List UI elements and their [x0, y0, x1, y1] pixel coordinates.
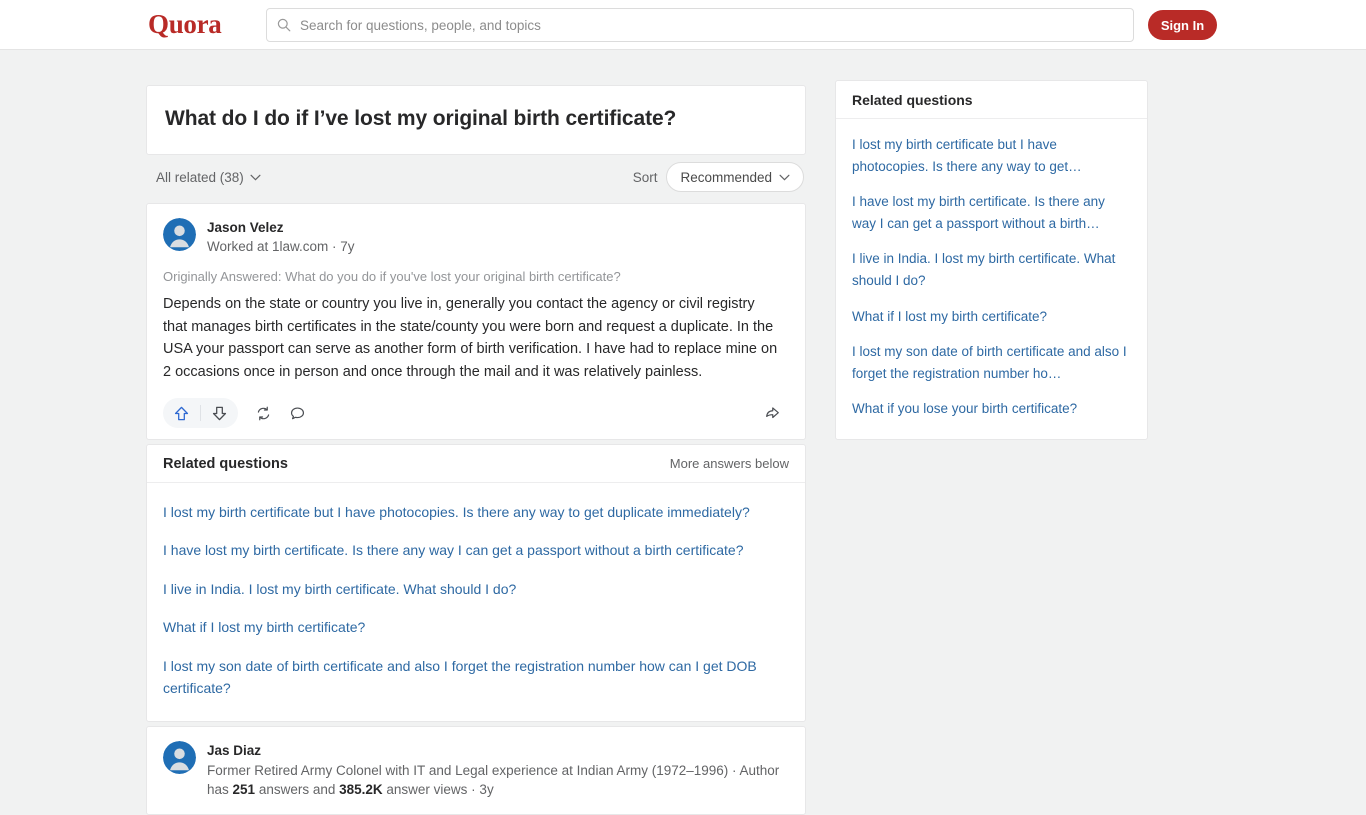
chevron-down-icon	[250, 174, 261, 181]
repost-button[interactable]	[246, 398, 280, 428]
author-row: Jason Velez Worked at 1law.com · 7y	[163, 218, 789, 257]
sort-label: Sort	[632, 169, 658, 185]
sidebar-header: Related questions	[836, 81, 1147, 119]
chevron-down-icon	[779, 174, 790, 181]
main-column: What do I do if I’ve lost my original bi…	[146, 85, 806, 815]
list-item[interactable]: I lost my son date of birth certificate …	[163, 647, 788, 708]
filter-row: All related (38) Sort Recommended	[146, 155, 806, 199]
sidebar-item-5[interactable]: What if you lose your birth certificate?	[852, 391, 1131, 427]
vote-pill	[163, 398, 238, 429]
sidebar-item-2[interactable]: I live in India. I lost my birth certifi…	[852, 241, 1131, 298]
upvote-arrow-icon	[174, 406, 189, 420]
sort-dropdown[interactable]: Recommended	[666, 162, 804, 193]
answers-count: 251	[232, 782, 256, 798]
share-button[interactable]	[755, 398, 789, 428]
upvote-button[interactable]	[163, 398, 200, 428]
author-credential: Worked at 1law.com · 7y	[207, 239, 355, 255]
downvote-arrow-icon	[212, 406, 227, 420]
answer-card: Jason Velez Worked at 1law.com · 7y Orig…	[146, 203, 806, 441]
question-title-card: What do I do if I’ve lost my original bi…	[146, 85, 806, 156]
related-questions-header: Related questions More answers below	[147, 445, 805, 484]
author-meta: Jas Diaz Former Retired Army Colonel wit…	[207, 741, 789, 799]
list-item[interactable]: I lost my birth certificate but I have p…	[163, 493, 788, 531]
site-header: Quora Search for questions, people, and …	[0, 0, 1366, 50]
author-meta: Jason Velez Worked at 1law.com · 7y	[207, 218, 355, 257]
author-name[interactable]: Jason Velez	[207, 219, 355, 237]
views-count: 385.2K	[339, 782, 383, 798]
sidebar-item-3[interactable]: What if I lost my birth certificate?	[852, 299, 1131, 335]
comment-bubble-icon	[290, 407, 304, 419]
originally-answered-note: Originally Answered: What do you do if y…	[163, 269, 621, 285]
avatar[interactable]	[163, 218, 196, 252]
comment-button[interactable]	[280, 398, 314, 428]
list-item[interactable]: What if I lost my birth certificate?	[163, 608, 788, 646]
repost-icon	[257, 406, 269, 420]
credential-mid: answers and	[255, 782, 340, 798]
sidebar-item-1[interactable]: I have lost my birth certificate. Is the…	[852, 184, 1131, 241]
search-placeholder-text: Search for questions, people, and topics	[300, 17, 541, 33]
related-questions-list: I lost my birth certificate but I have p…	[147, 483, 805, 721]
downvote-button[interactable]	[201, 398, 238, 428]
list-item[interactable]: I live in India. I lost my birth certifi…	[163, 570, 788, 608]
credential-suffix: answer views · 3y	[382, 782, 494, 798]
author-credential: Former Retired Army Colonel with IT and …	[207, 761, 789, 800]
sign-in-button[interactable]: Sign In	[1148, 10, 1217, 40]
sidebar-item-0[interactable]: I lost my birth certificate but I have p…	[852, 127, 1131, 184]
related-questions-card: Related questions More answers below I l…	[146, 444, 806, 723]
sidebar-title: Related questions	[852, 91, 973, 108]
all-related-filter[interactable]: All related (38)	[156, 170, 261, 185]
answer-action-bar	[163, 395, 789, 431]
sort-value: Recommended	[680, 169, 772, 185]
all-related-label: All related (38)	[156, 169, 244, 185]
avatar[interactable]	[163, 741, 196, 775]
list-item[interactable]: I have lost my birth certificate. Is the…	[163, 531, 788, 569]
page-title: What do I do if I’ve lost my original bi…	[165, 107, 677, 130]
sidebar-item-4[interactable]: I lost my son date of birth certificate …	[852, 334, 1131, 391]
author-row: Jas Diaz Former Retired Army Colonel wit…	[163, 741, 789, 799]
share-arrow-icon	[765, 406, 779, 418]
search-icon	[277, 18, 291, 32]
search-input[interactable]: Search for questions, people, and topics	[266, 8, 1134, 42]
quora-logo[interactable]: Quora	[148, 9, 222, 40]
answer-card: Jas Diaz Former Retired Army Colonel wit…	[146, 726, 806, 815]
related-questions-title: Related questions	[163, 455, 288, 472]
more-answers-below-label: More answers below	[669, 456, 789, 472]
answer-body: Depends on the state or country you live…	[163, 296, 778, 380]
author-name[interactable]: Jas Diaz	[207, 742, 789, 760]
sort-control: Sort Recommended	[632, 162, 804, 193]
sidebar-list: I lost my birth certificate but I have p…	[836, 119, 1147, 439]
sidebar-related-questions-card: Related questions I lost my birth certif…	[835, 80, 1148, 440]
